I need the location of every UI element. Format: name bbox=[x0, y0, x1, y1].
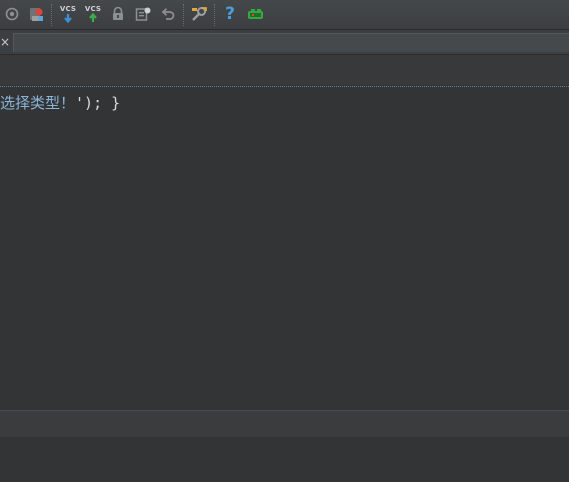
lock-icon[interactable] bbox=[109, 5, 127, 23]
code-string: 选择类型！ bbox=[0, 94, 76, 112]
attach-debugger-icon[interactable] bbox=[27, 5, 45, 23]
toolbar-separator bbox=[51, 4, 52, 26]
vcs-update-icon[interactable]: VCS bbox=[59, 5, 77, 23]
help-icon[interactable]: ? bbox=[221, 5, 239, 23]
editor-tab-strip[interactable] bbox=[13, 33, 569, 52]
code-line: 选择类型！'); } bbox=[0, 93, 120, 113]
toolbar-separator bbox=[183, 4, 184, 26]
close-tab-icon[interactable]: × bbox=[0, 35, 10, 49]
settings-wrench-icon[interactable] bbox=[190, 5, 208, 23]
plugin-icon[interactable] bbox=[246, 5, 266, 23]
editor-breadcrumb-area bbox=[0, 55, 569, 85]
help-label: ? bbox=[225, 4, 235, 24]
show-changes-icon[interactable] bbox=[134, 5, 152, 23]
debug-icon[interactable] bbox=[3, 5, 21, 23]
vcs-commit-icon[interactable]: VCS bbox=[84, 5, 102, 23]
bottom-tool-panel bbox=[0, 410, 569, 438]
bottom-empty-area bbox=[0, 437, 569, 482]
code-editor[interactable]: 选择类型！'); } bbox=[0, 87, 569, 410]
editor-tab-bar: × bbox=[0, 30, 569, 55]
code-punctuation: '); } bbox=[75, 94, 121, 112]
revert-icon[interactable] bbox=[159, 5, 177, 23]
toolbar-separator bbox=[214, 4, 215, 26]
main-toolbar: VCS VCS ? bbox=[0, 0, 569, 30]
